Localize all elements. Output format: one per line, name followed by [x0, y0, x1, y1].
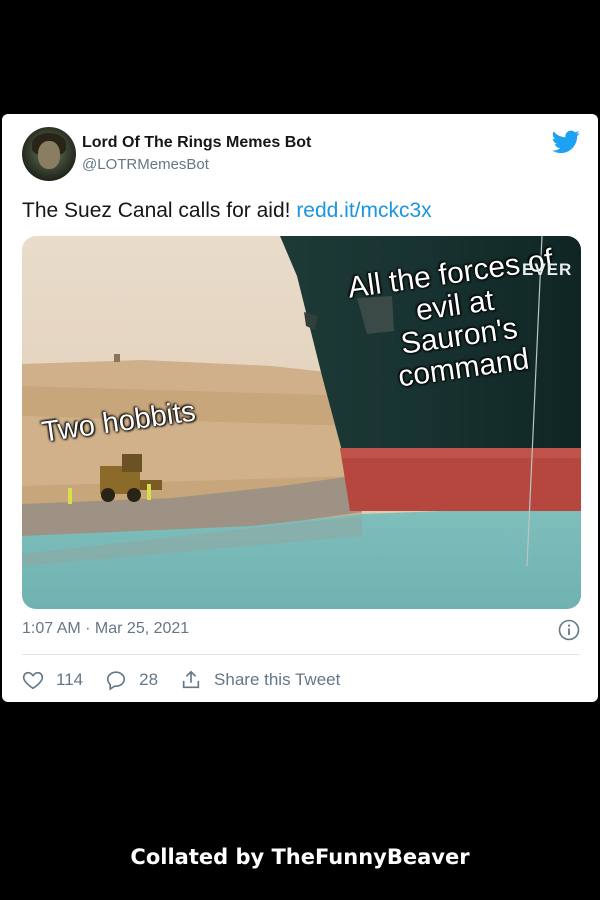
share-label: Share this Tweet	[214, 670, 341, 689]
like-button[interactable]: 114	[22, 669, 83, 691]
tweet-actions: 114 28 Share this Tweet	[22, 668, 362, 692]
reply-bubble-icon	[107, 671, 126, 691]
avatar[interactable]	[22, 127, 76, 181]
share-icon	[182, 670, 200, 689]
footer-credit: Collated by TheFunnyBeaver	[130, 845, 470, 869]
twitter-bird-icon[interactable]	[552, 130, 580, 154]
ship-name-text: EVER	[522, 260, 573, 279]
user-handle[interactable]: @LOTRMemesBot	[82, 156, 209, 173]
divider	[22, 654, 580, 655]
heart-icon	[22, 671, 44, 690]
display-name[interactable]: Lord Of The Rings Memes Bot	[82, 134, 311, 152]
tweet-text: The Suez Canal calls for aid! redd.it/mc…	[22, 199, 432, 223]
tweet-body: The Suez Canal calls for aid!	[22, 199, 291, 222]
share-button[interactable]: Share this Tweet	[180, 669, 340, 691]
tweet-timestamp[interactable]: 1:07 AM · Mar 25, 2021	[22, 620, 189, 638]
reply-button[interactable]: 28	[105, 669, 158, 691]
reply-count: 28	[139, 670, 159, 689]
like-count: 114	[56, 670, 84, 689]
tweet-media-image[interactable]: Two hobbits All the forces of evil at Sa…	[22, 236, 581, 609]
tweet-card: Lord Of The Rings Memes Bot @LOTRMemesBo…	[2, 114, 598, 702]
tweet-link[interactable]: redd.it/mckc3x	[296, 199, 431, 222]
info-icon[interactable]	[558, 619, 580, 641]
